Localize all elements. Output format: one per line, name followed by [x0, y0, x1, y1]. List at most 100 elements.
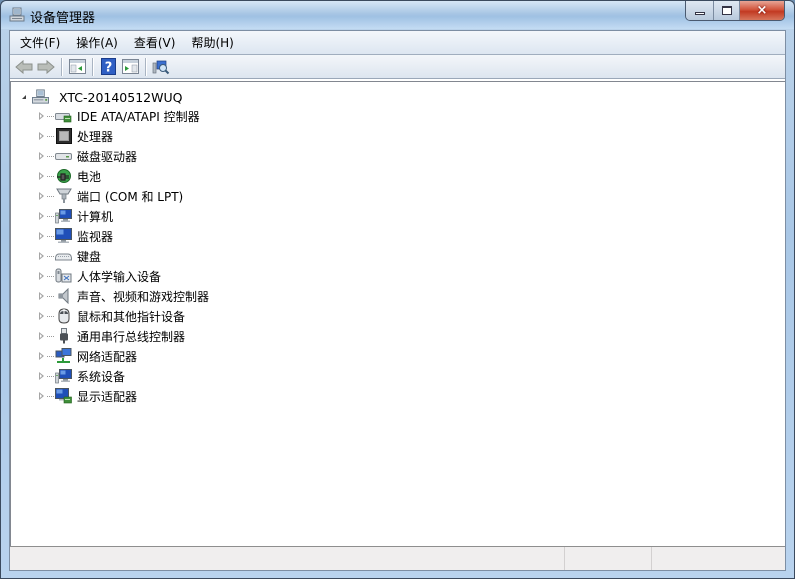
tree-connector [47, 375, 54, 377]
monitor-icon [55, 228, 72, 244]
tree-connector [47, 335, 54, 337]
minimize-button[interactable] [686, 1, 714, 20]
tree-item-computer[interactable]: 计算机 [39, 206, 209, 226]
svg-text:?: ? [104, 61, 112, 76]
scan-hardware-button[interactable] [150, 57, 172, 77]
forward-button[interactable] [35, 57, 57, 77]
tree-item-hid[interactable]: 人体学输入设备 [39, 266, 209, 286]
item-label: 网络适配器 [77, 349, 138, 364]
close-button[interactable]: × [740, 1, 784, 20]
tree-item-battery[interactable]: 电池 [39, 166, 209, 186]
tree-item-processor[interactable]: 处理器 [39, 126, 209, 146]
menu-view[interactable]: 查看(V) [126, 31, 184, 54]
status-pane-2 [565, 547, 652, 570]
window-title: 设备管理器 [30, 11, 96, 26]
ide-controller-icon [55, 108, 72, 124]
item-label: 磁盘驱动器 [77, 149, 138, 164]
back-button[interactable] [13, 57, 35, 77]
battery-icon [55, 168, 72, 184]
expand-arrow-icon[interactable] [39, 352, 44, 360]
tree-item-usb-controllers[interactable]: 通用串行总线控制器 [39, 326, 209, 346]
title-bar[interactable]: 设备管理器 × [1, 1, 794, 29]
device-manager-window: 设备管理器 × 文件(F) 操作(A) 查看(V) 帮助(H) ? XTC-20… [0, 0, 795, 579]
disk-drive-icon [55, 148, 72, 164]
tree-item-system-devices[interactable]: 系统设备 [39, 366, 209, 386]
collapse-arrow-icon[interactable] [22, 95, 26, 99]
toolbar-separator [145, 57, 146, 76]
expand-arrow-icon[interactable] [39, 132, 44, 140]
display-adapter-icon [55, 388, 72, 404]
item-label: 声音、视频和游戏控制器 [77, 289, 210, 304]
menu-bar: 文件(F) 操作(A) 查看(V) 帮助(H) [10, 31, 785, 55]
tree-item-display-adapters[interactable]: 显示适配器 [39, 386, 209, 406]
tree-root-node[interactable]: XTC-20140512WUQ [20, 87, 182, 107]
tree-item-network-adapters[interactable]: 网络适配器 [39, 346, 209, 366]
status-pane-main [10, 547, 565, 570]
tree-item-mice[interactable]: 鼠标和其他指针设备 [39, 306, 209, 326]
tree-connector [47, 195, 54, 197]
tree-connector [47, 135, 54, 137]
tree-connector [47, 395, 54, 397]
expand-arrow-icon[interactable] [39, 252, 44, 260]
tree-item-ide-controller[interactable]: IDE ATA/ATAPI 控制器 [39, 106, 209, 126]
tree-connector [47, 315, 54, 317]
expand-arrow-icon[interactable] [39, 332, 44, 340]
device-manager-app-icon [9, 7, 25, 23]
tree-item-disk-drives[interactable]: 磁盘驱动器 [39, 146, 209, 166]
menu-action[interactable]: 操作(A) [68, 31, 126, 54]
device-tree[interactable]: XTC-20140512WUQ IDE ATA/ATAPI 控制器 处理器 磁盘… [10, 81, 785, 546]
expand-arrow-icon[interactable] [39, 372, 44, 380]
expand-arrow-icon[interactable] [39, 292, 44, 300]
tree-connector [47, 235, 54, 237]
port-icon [55, 188, 72, 204]
menu-file[interactable]: 文件(F) [12, 31, 68, 54]
item-label: 键盘 [77, 249, 102, 264]
item-label: 电池 [77, 169, 102, 184]
window-controls: × [685, 1, 785, 21]
tree-item-keyboards[interactable]: 键盘 [39, 246, 209, 266]
keyboard-icon [55, 248, 72, 264]
minimize-icon [694, 12, 705, 15]
item-label: 人体学输入设备 [77, 269, 162, 284]
expand-arrow-icon[interactable] [39, 392, 44, 400]
item-label: 计算机 [77, 209, 114, 224]
processor-icon [55, 128, 72, 144]
tree-connector [47, 175, 54, 177]
expand-arrow-icon[interactable] [39, 192, 44, 200]
expand-arrow-icon[interactable] [39, 112, 44, 120]
close-icon: × [756, 3, 768, 18]
maximize-button[interactable] [714, 1, 740, 20]
expand-arrow-icon[interactable] [39, 212, 44, 220]
tree-connector [47, 255, 54, 257]
item-label: 通用串行总线控制器 [77, 329, 186, 344]
expand-arrow-icon[interactable] [39, 152, 44, 160]
expand-arrow-icon[interactable] [39, 312, 44, 320]
computer-icon [32, 89, 49, 105]
tree-item-sound-video-game[interactable]: 声音、视频和游戏控制器 [39, 286, 209, 306]
speaker-icon [55, 288, 72, 304]
tree-item-ports[interactable]: 端口 (COM 和 LPT) [39, 186, 209, 206]
mouse-icon [55, 308, 72, 324]
tree-connector [47, 295, 54, 297]
item-label: 显示适配器 [77, 389, 138, 404]
tree-connector [47, 115, 54, 117]
tree-item-monitors[interactable]: 监视器 [39, 226, 209, 246]
tree-children: IDE ATA/ATAPI 控制器 处理器 磁盘驱动器 电池 端口 (COM 和… [39, 106, 209, 406]
computer-monitor-icon [55, 208, 72, 224]
expand-arrow-icon[interactable] [39, 172, 44, 180]
show-hide-action-pane-button[interactable] [119, 57, 141, 77]
tree-connector [47, 215, 54, 217]
action-pane-icon [121, 59, 139, 74]
item-label: 鼠标和其他指针设备 [77, 309, 186, 324]
expand-arrow-icon[interactable] [39, 232, 44, 240]
show-hide-console-tree-button[interactable] [66, 57, 88, 77]
status-pane-3 [652, 547, 785, 570]
arrow-left-icon [15, 59, 33, 74]
item-label: 处理器 [77, 129, 114, 144]
help-button[interactable]: ? [97, 57, 119, 77]
network-adapter-icon [55, 348, 72, 364]
tree-connector [47, 155, 54, 157]
expand-arrow-icon[interactable] [39, 272, 44, 280]
menu-help[interactable]: 帮助(H) [183, 31, 241, 54]
status-bar [10, 546, 785, 570]
